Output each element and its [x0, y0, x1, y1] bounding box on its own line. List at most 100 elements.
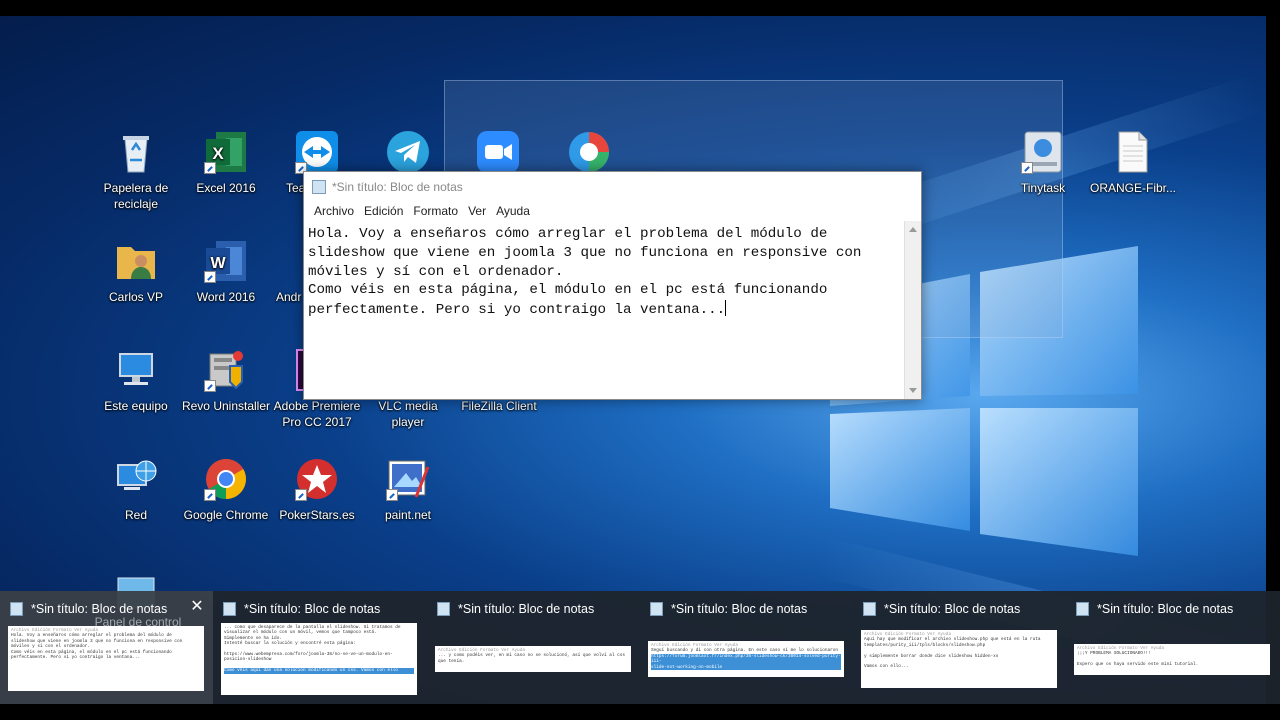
shortcut-arrow-icon: [204, 162, 216, 174]
text-file-icon: [1111, 130, 1155, 174]
notepad-title: *Sin título: Bloc de notas: [332, 179, 463, 194]
desktop-icon-revo[interactable]: Revo Uninstaller: [180, 348, 272, 414]
desktop-icon-label: ORANGE-Fibr...: [1089, 181, 1176, 195]
word-icon: W: [204, 239, 248, 283]
desktop-icon-label: Word 2016: [196, 290, 256, 304]
computer-icon: [114, 348, 158, 392]
close-icon[interactable]: ✕: [189, 599, 205, 615]
desktop-icon-recycle-bin[interactable]: Papelera de reciclaje: [90, 130, 182, 212]
chrome-icon: [204, 457, 248, 501]
thumbnail-preview: ... como que desaparece de la pantalla e…: [221, 623, 417, 695]
thumbnail-preview: Archivo Edición Formato Ver Ayuda ... y …: [435, 646, 631, 672]
notepad-icon: [437, 602, 450, 616]
user-folder-icon: [114, 239, 158, 283]
thumbnail-notepad-1[interactable]: *Sin título: Bloc de notas ✕ Archivo Edi…: [0, 591, 213, 704]
scroll-down-arrow-icon[interactable]: [909, 388, 917, 393]
desktop-icon-excel[interactable]: X Excel 2016: [180, 130, 272, 196]
zoom-icon: [476, 130, 520, 174]
thumbnail-title: *Sin título: Bloc de notas: [31, 602, 168, 616]
shortcut-arrow-icon: [204, 271, 216, 283]
desktop-icon-orange[interactable]: ORANGE-Fibr...: [1087, 130, 1179, 196]
thumbnail-title: *Sin título: Bloc de notas: [884, 602, 1021, 616]
thumbnail-title: *Sin título: Bloc de notas: [1097, 602, 1234, 616]
preview-line: ... y como podéis ver, en mi caso no se …: [438, 653, 626, 659]
notepad-icon: [312, 179, 326, 194]
paint-icon: [386, 457, 430, 501]
thumbnail-preview: Archivo Edición Formato Ver Ayuda ¡¡¡Y P…: [1074, 644, 1270, 675]
taskbar-thumbnail-strip: *Sin título: Bloc de notas ✕ Archivo Edi…: [0, 591, 1280, 704]
scroll-up-arrow-icon[interactable]: [909, 227, 917, 232]
network-icon: [114, 457, 158, 501]
notepad-window[interactable]: *Sin título: Bloc de notas Archivo Edici…: [303, 171, 922, 400]
notepad-content: Hola. Voy a enseñaros cómo arreglar el p…: [308, 226, 862, 319]
taskbar: [0, 704, 1280, 720]
shortcut-arrow-icon: [1021, 162, 1033, 174]
browser-icon: [567, 130, 611, 174]
menu-ver[interactable]: Ver: [463, 204, 491, 218]
desktop-icon-label: paint.net: [384, 508, 432, 522]
preview-line: que tenía.: [438, 658, 465, 664]
notepad-menu-bar: Archivo Edición Formato Ver Ayuda: [304, 201, 921, 221]
desktop-icon-label: Revo Uninstaller: [181, 399, 271, 413]
svg-text:W: W: [210, 255, 226, 272]
shortcut-arrow-icon: [204, 489, 216, 501]
desktop-icon-word[interactable]: W Word 2016: [180, 239, 272, 305]
preview-line: perfectamente. Pero si yo contraigo la v…: [11, 655, 141, 661]
notepad-icon: [10, 602, 23, 616]
shortcut-arrow-icon: [295, 489, 307, 501]
excel-icon: X: [204, 130, 248, 174]
desktop-icon-pokerstars[interactable]: PokerStars.es: [271, 457, 363, 523]
thumbnail-preview: Archivo Edición Formato Ver Ayuda Hola. …: [8, 626, 204, 691]
revo-uninstaller-icon: [204, 348, 248, 392]
notepad-text-area[interactable]: Hola. Voy a enseñaros cómo arreglar el p…: [304, 221, 904, 399]
thumbnail-notepad-6[interactable]: *Sin título: Bloc de notas Archivo Edici…: [1066, 591, 1279, 704]
desktop-icon-tinytask[interactable]: Tinytask: [997, 130, 1089, 196]
recycle-bin-icon: [114, 130, 158, 174]
control-panel-label: Panel de control: [94, 615, 182, 629]
svg-text:X: X: [212, 144, 224, 163]
teamviewer-icon: [295, 130, 339, 174]
notepad-title-bar[interactable]: *Sin título: Bloc de notas: [304, 172, 921, 201]
thumbnail-notepad-5[interactable]: *Sin título: Bloc de notas Archivo Edici…: [853, 591, 1066, 704]
thumbnail-preview: Archivo Edición Formato Ver Ayuda Seguí …: [648, 641, 844, 677]
thumbnail-notepad-4[interactable]: *Sin título: Bloc de notas Archivo Edici…: [640, 591, 853, 704]
desktop-icon-label: Este equipo: [104, 399, 168, 413]
desktop-icon-label: Carlos VP: [108, 290, 164, 304]
thumbnail-preview: Archivo Edición Formato Ver Ayuda Aquí h…: [861, 630, 1057, 688]
menu-formato[interactable]: Formato: [408, 204, 463, 218]
telegram-icon: [386, 130, 430, 174]
menu-ayuda[interactable]: Ayuda: [491, 204, 535, 218]
shortcut-arrow-icon: [204, 380, 216, 392]
menu-edicion[interactable]: Edición: [359, 204, 408, 218]
thumbnail-title: *Sin título: Bloc de notas: [458, 602, 595, 616]
preview-link: slide-not-working-on-mobile: [651, 664, 841, 671]
thumbnail-title: *Sin título: Bloc de notas: [244, 602, 381, 616]
desktop-icon-network[interactable]: Red: [90, 457, 182, 523]
desktop-icon-user-folder[interactable]: Carlos VP: [90, 239, 182, 305]
desktop-icon-label: Tinytask: [1020, 181, 1066, 195]
desktop-icon-paint[interactable]: paint.net: [362, 457, 454, 523]
desktop-icon-label: Adobe Premiere Pro CC 2017: [273, 399, 361, 429]
desktop-icon-label: Red: [124, 508, 147, 522]
shortcut-arrow-icon: [386, 489, 398, 501]
desktop-icon-label: PokerStars.es: [279, 508, 355, 522]
thumbnail-notepad-3[interactable]: *Sin título: Bloc de notas Archivo Edici…: [427, 591, 640, 704]
desktop-icon-this-pc[interactable]: Este equipo: [90, 348, 182, 414]
notepad-icon: [223, 602, 236, 616]
notepad-icon: [1076, 602, 1089, 616]
desktop-icon-label: VLC media player: [378, 399, 438, 429]
notepad-icon: [650, 602, 663, 616]
desktop-icon-chrome[interactable]: Google Chrome: [180, 457, 272, 523]
preview-line: Espero que os haya servido este mini tut…: [1077, 662, 1199, 668]
preview-link: https://forum.joomlaxt.fr/index.php/35-s…: [651, 653, 841, 665]
vertical-scrollbar[interactable]: [904, 221, 921, 399]
tinytask-icon: [1021, 130, 1065, 174]
desktop-icon-label: FileZilla Client: [461, 399, 537, 413]
desktop-icon-label: Excel 2016: [196, 181, 256, 195]
desktop-icon-label: Papelera de reciclaje: [103, 181, 169, 211]
text-cursor: [725, 300, 727, 317]
thumbnail-title: *Sin título: Bloc de notas: [671, 602, 808, 616]
thumbnail-notepad-2[interactable]: *Sin título: Bloc de notas ... como que …: [213, 591, 426, 704]
menu-archivo[interactable]: Archivo: [309, 204, 359, 218]
preview-line: Como véis aquí dan una solución modifica…: [224, 668, 414, 674]
